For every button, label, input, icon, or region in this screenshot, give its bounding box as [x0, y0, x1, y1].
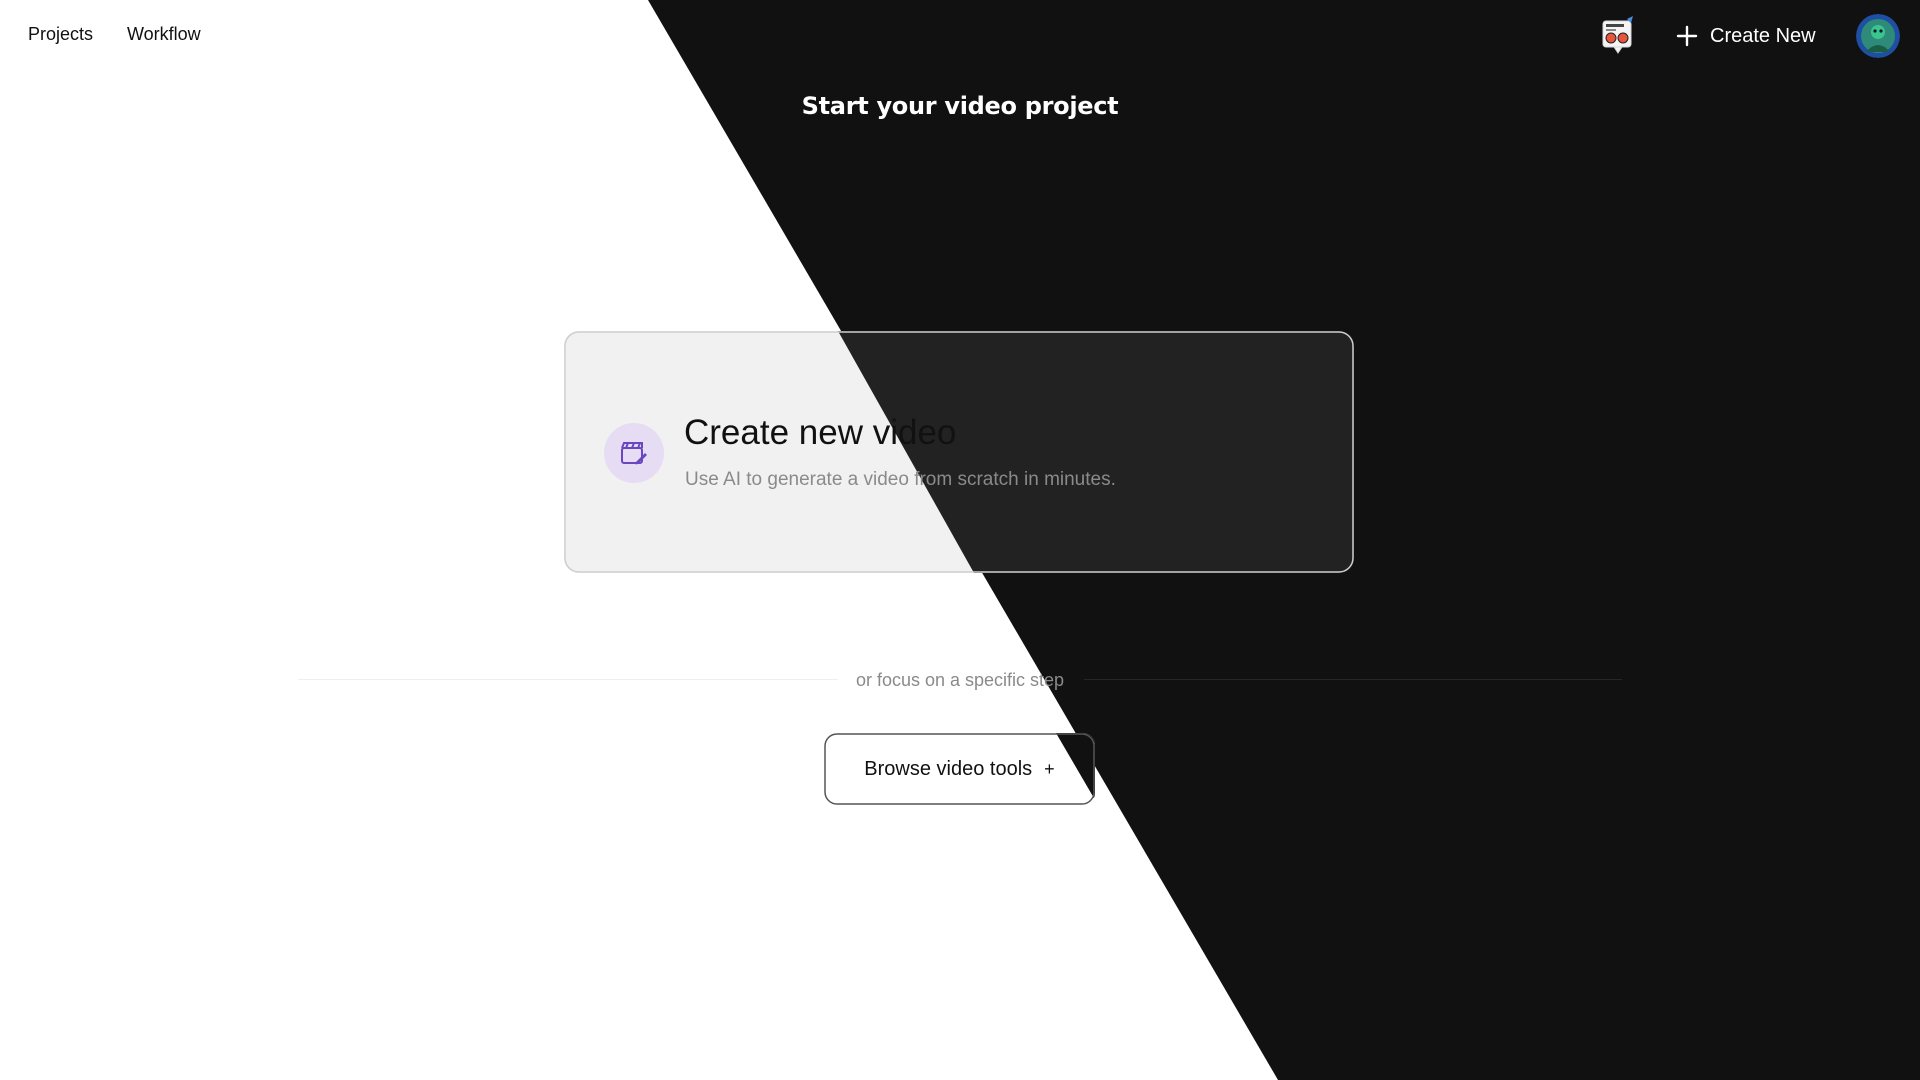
newspaper-megaphone-icon[interactable]	[1600, 15, 1636, 55]
nav-projects-link[interactable]: Projects	[28, 24, 93, 45]
user-avatar[interactable]	[1856, 14, 1900, 58]
create-new-button[interactable]: Create New	[1676, 20, 1816, 52]
card-background	[564, 331, 1354, 573]
clapperboard-edit-icon	[604, 423, 664, 483]
page-title: Start your video project	[801, 92, 1119, 120]
top-bar: Projects Workflow Create New	[0, 0, 1920, 72]
browse-video-tools-button[interactable]: Browse video tools +	[824, 733, 1095, 805]
browse-plus-icon: +	[1044, 758, 1055, 779]
plus-icon	[1676, 25, 1698, 47]
browse-video-tools-label: Browse video tools	[864, 757, 1033, 780]
card-description: Use AI to generate a video from scratch …	[685, 469, 1116, 490]
nav-workflow-link[interactable]: Workflow	[127, 24, 201, 45]
create-new-video-card[interactable]: Create new video Use AI to generate a vi…	[564, 331, 1354, 573]
divider-text: or focus on a specific step	[855, 670, 1065, 690]
card-title: Create new video	[684, 413, 957, 452]
browse-video-tools-label-wrap: Browse video tools +	[824, 733, 1095, 805]
create-new-label: Create New	[1710, 24, 1816, 47]
